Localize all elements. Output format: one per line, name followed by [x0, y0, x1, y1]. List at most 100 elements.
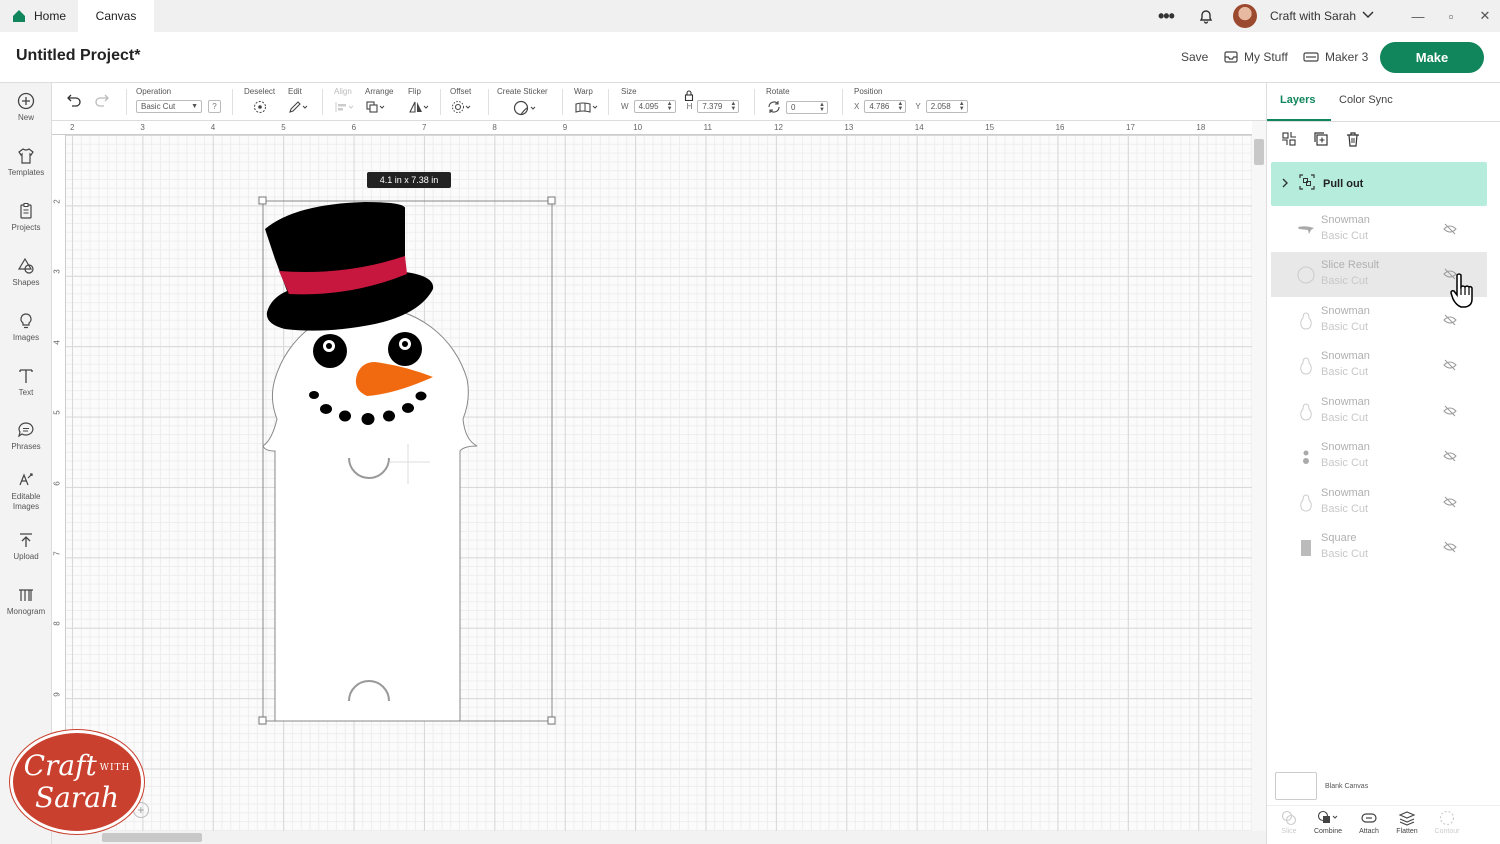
scrollbar-thumb[interactable]: [1254, 139, 1264, 165]
snowman-design[interactable]: [255, 194, 565, 729]
tab-home[interactable]: Home: [0, 0, 78, 32]
sticker-icon: [513, 100, 536, 116]
warp-group[interactable]: Warp: [574, 87, 600, 117]
notifications-button[interactable]: [1198, 0, 1218, 32]
hidden-eye-icon[interactable]: [1443, 495, 1457, 513]
text-icon: [19, 369, 33, 383]
account-menu[interactable]: Craft with Sarah: [1270, 0, 1374, 32]
ruler-tick-label: 7: [422, 123, 427, 132]
sidebar-item-templates[interactable]: Templates: [0, 147, 52, 178]
chevron-right-icon[interactable]: [1281, 178, 1289, 191]
group-icon: [1282, 132, 1296, 146]
tab-color-sync[interactable]: Color Sync: [1339, 94, 1393, 106]
canvas-horizontal-scrollbar[interactable]: [52, 831, 1266, 844]
more-menu-button[interactable]: •••: [1158, 0, 1182, 32]
pos-y-input[interactable]: 2.058 ▲ ▼: [925, 100, 968, 113]
hidden-eye-icon[interactable]: [1443, 222, 1457, 240]
layer-row[interactable]: Snowman Basic Cut: [1271, 343, 1487, 388]
duplicate-button[interactable]: [1313, 131, 1329, 152]
width-stepper[interactable]: ▲ ▼: [667, 101, 673, 112]
window-close-button[interactable]: ✕: [1475, 0, 1495, 32]
design-canvas[interactable]: [66, 135, 1252, 831]
layer-thumbnail: [1297, 266, 1315, 284]
warp-icon: [575, 102, 598, 113]
offset-icon: [452, 101, 471, 113]
tab-layers[interactable]: Layers: [1280, 94, 1315, 106]
ruler-tick-label: 8: [52, 621, 62, 627]
position-group: Position X 4.786 ▲ ▼ Y 2.058 ▲ ▼: [854, 87, 968, 117]
avatar[interactable]: [1233, 0, 1257, 32]
flatten-button[interactable]: Flatten: [1387, 810, 1427, 835]
machine-select-button[interactable]: Maker 3: [1303, 50, 1368, 64]
sidebar-item-text[interactable]: Text: [0, 367, 52, 398]
pos-y-stepper[interactable]: ▲ ▼: [959, 101, 965, 112]
window-maximize-button[interactable]: ▫: [1441, 0, 1461, 32]
lock-aspect-button[interactable]: [684, 88, 694, 118]
width-value: 4.095: [638, 102, 659, 111]
height-input[interactable]: 7.379 ▲ ▼: [697, 100, 740, 113]
make-button[interactable]: Make: [1380, 42, 1484, 73]
sidebar-item-new[interactable]: New: [0, 92, 52, 123]
align-group[interactable]: Align: [334, 87, 358, 117]
arrange-group[interactable]: Arrange: [365, 87, 393, 117]
toolbar-divider: [488, 89, 489, 115]
group-button[interactable]: [1281, 131, 1297, 152]
combine-button[interactable]: Combine: [1308, 810, 1348, 835]
rotate-stepper[interactable]: ▲ ▼: [819, 102, 825, 113]
hidden-eye-icon[interactable]: [1443, 449, 1457, 467]
blank-canvas-swatch[interactable]: [1275, 772, 1317, 800]
layer-row[interactable]: Snowman Basic Cut: [1271, 480, 1487, 525]
pos-x-stepper[interactable]: ▲ ▼: [897, 101, 903, 112]
sidebar-item-shapes[interactable]: Shapes: [0, 257, 52, 288]
create-sticker-group[interactable]: Create Sticker: [497, 87, 548, 117]
size-label: Size: [621, 87, 637, 96]
project-title[interactable]: Untitled Project*: [16, 47, 140, 65]
delete-button[interactable]: [1345, 131, 1361, 152]
undo-button[interactable]: [66, 93, 82, 123]
offset-group[interactable]: Offset: [450, 87, 474, 117]
deselect-group[interactable]: Deselect: [244, 87, 275, 117]
height-stepper[interactable]: ▲ ▼: [730, 101, 736, 112]
flip-group[interactable]: Flip: [408, 87, 432, 117]
scrollbar-thumb[interactable]: [102, 833, 202, 842]
sidebar-item-projects[interactable]: Projects: [0, 202, 52, 233]
hidden-eye-icon[interactable]: [1443, 404, 1457, 422]
canvas-vertical-scrollbar[interactable]: [1252, 121, 1266, 831]
layer-row[interactable]: Snowman Basic Cut: [1271, 389, 1487, 434]
operation-select[interactable]: Basic Cut ▼: [136, 100, 202, 113]
pos-x-input[interactable]: 4.786 ▲ ▼: [864, 100, 907, 113]
hidden-eye-icon[interactable]: [1443, 313, 1457, 331]
tab-divider: [1267, 121, 1500, 122]
align-label: Align: [334, 87, 352, 96]
edit-group[interactable]: Edit: [288, 87, 310, 117]
layer-row[interactable]: Snowman Basic Cut: [1271, 434, 1487, 479]
contour-button[interactable]: Contour: [1427, 810, 1467, 835]
plus-circle-icon: [17, 92, 35, 110]
hidden-eye-icon[interactable]: [1443, 358, 1457, 376]
save-button[interactable]: Save: [1181, 50, 1208, 64]
snowman-eye-right-pupil: [402, 341, 408, 347]
slice-button[interactable]: Slice: [1269, 810, 1309, 835]
hidden-eye-icon[interactable]: [1443, 540, 1457, 558]
layer-thumbnail: [1297, 357, 1315, 375]
operation-help-button[interactable]: ?: [208, 100, 221, 113]
width-input[interactable]: 4.095 ▲ ▼: [633, 100, 676, 113]
sidebar-item-editable-images[interactable]: Editable Images: [0, 471, 52, 512]
rotate-input[interactable]: 0 ▲ ▼: [786, 100, 828, 114]
tab-canvas[interactable]: Canvas: [78, 0, 154, 32]
sidebar-item-phrases[interactable]: Phrases: [0, 421, 52, 452]
layer-group-pull-out[interactable]: Pull out: [1271, 162, 1487, 206]
layer-name: Snowman: [1321, 396, 1370, 408]
sidebar-item-monogram[interactable]: Monogram: [0, 586, 52, 617]
layer-row[interactable]: Snowman Basic Cut: [1271, 207, 1487, 252]
attach-button[interactable]: Attach: [1349, 810, 1389, 835]
redo-button[interactable]: [94, 93, 110, 123]
window-minimize-button[interactable]: —: [1408, 0, 1428, 32]
layer-row[interactable]: Square Basic Cut: [1271, 525, 1487, 570]
ruler-tick-label: 3: [52, 269, 62, 275]
sidebar-item-images[interactable]: Images: [0, 312, 52, 343]
my-stuff-button[interactable]: My Stuff: [1224, 50, 1288, 64]
operation-value: Basic Cut: [141, 102, 176, 111]
sidebar-item-upload[interactable]: Upload: [0, 531, 52, 562]
shapes-icon: [17, 257, 34, 274]
